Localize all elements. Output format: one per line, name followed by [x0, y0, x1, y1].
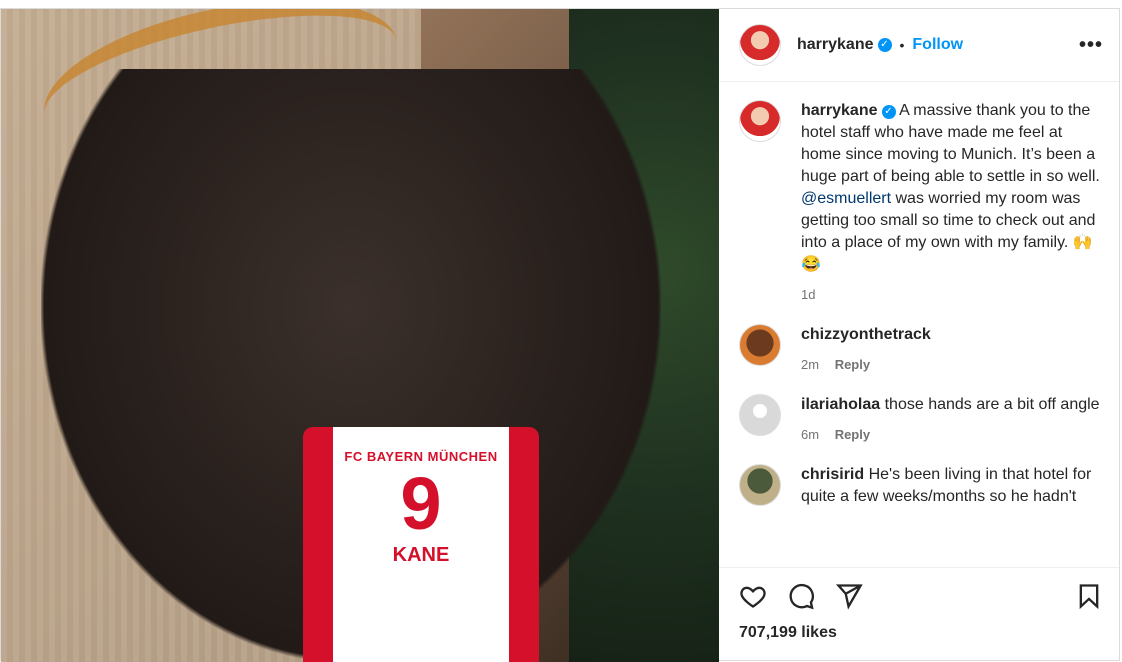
photo-jersey: FC BAYERN MÜNCHEN 9 KANE: [303, 427, 539, 662]
caption-body: harrykane ✓ A massive thank you to the ho…: [801, 100, 1103, 306]
commenter-avatar[interactable]: [739, 324, 781, 366]
jersey-number: 9: [400, 462, 442, 545]
comment-item: ilariaholaa those hands are a bit off an…: [739, 394, 1103, 446]
comment-body: ilariaholaa those hands are a bit off an…: [801, 394, 1100, 446]
commenter-avatar[interactable]: [739, 394, 781, 436]
caption-meta: 1d: [801, 284, 1103, 306]
post-photo[interactable]: FC BAYERN MÜNCHEN 9 KANE: [1, 9, 719, 662]
jersey-name: KANE: [392, 544, 450, 566]
comment-item: chizzyonthetrack 2m Reply: [739, 324, 1103, 376]
comment-username[interactable]: ilariaholaa: [801, 396, 880, 413]
post-modal: FC BAYERN MÜNCHEN 9 KANE harrykane ✓ • F…: [0, 8, 1120, 662]
post-sidebar: harrykane ✓ • Follow ••• harrykane ✓ A ma…: [719, 9, 1119, 660]
caption-avatar[interactable]: [739, 100, 781, 142]
action-bar: [719, 567, 1119, 624]
caption: harrykane ✓ A massive thank you to the ho…: [739, 100, 1103, 306]
comment-time: 2m: [801, 357, 820, 372]
author-avatar[interactable]: [739, 24, 781, 66]
more-options-icon[interactable]: •••: [1079, 34, 1103, 57]
comment-item: chrisirid He's been living in that hotel…: [739, 464, 1103, 508]
comment-body: chizzyonthetrack 2m Reply: [801, 324, 931, 376]
bookmark-icon[interactable]: [1075, 582, 1103, 610]
heart-icon[interactable]: [739, 582, 767, 610]
reply-button[interactable]: Reply: [835, 357, 870, 372]
caption-mention[interactable]: @esmuellert: [801, 190, 891, 207]
comment-meta: 2m Reply: [801, 354, 931, 376]
comment-body: chrisirid He's been living in that hotel…: [801, 464, 1103, 508]
comment-username[interactable]: chizzyonthetrack: [801, 326, 931, 343]
comment-text: those hands are a bit off angle: [880, 396, 1100, 413]
reply-button[interactable]: Reply: [835, 427, 870, 442]
comment-time: 6m: [801, 427, 820, 442]
comment-icon[interactable]: [787, 582, 815, 610]
caption-time[interactable]: 1d: [801, 287, 815, 302]
follow-button[interactable]: Follow: [912, 36, 963, 54]
separator-dot: •: [899, 37, 905, 53]
comment-username[interactable]: chrisirid: [801, 466, 864, 483]
post-header: harrykane ✓ • Follow •••: [719, 9, 1119, 82]
share-icon[interactable]: [835, 582, 863, 610]
author-username[interactable]: harrykane: [797, 36, 874, 54]
comments-list[interactable]: harrykane ✓ A massive thank you to the ho…: [719, 82, 1119, 567]
verified-badge-icon: ✓: [881, 105, 896, 119]
verified-badge-icon: ✓: [877, 38, 892, 52]
comment-meta: 6m Reply: [801, 424, 1100, 446]
caption-username[interactable]: harrykane: [801, 102, 878, 119]
commenter-avatar[interactable]: [739, 464, 781, 506]
likes-count[interactable]: 707,199 likes: [719, 624, 1119, 660]
